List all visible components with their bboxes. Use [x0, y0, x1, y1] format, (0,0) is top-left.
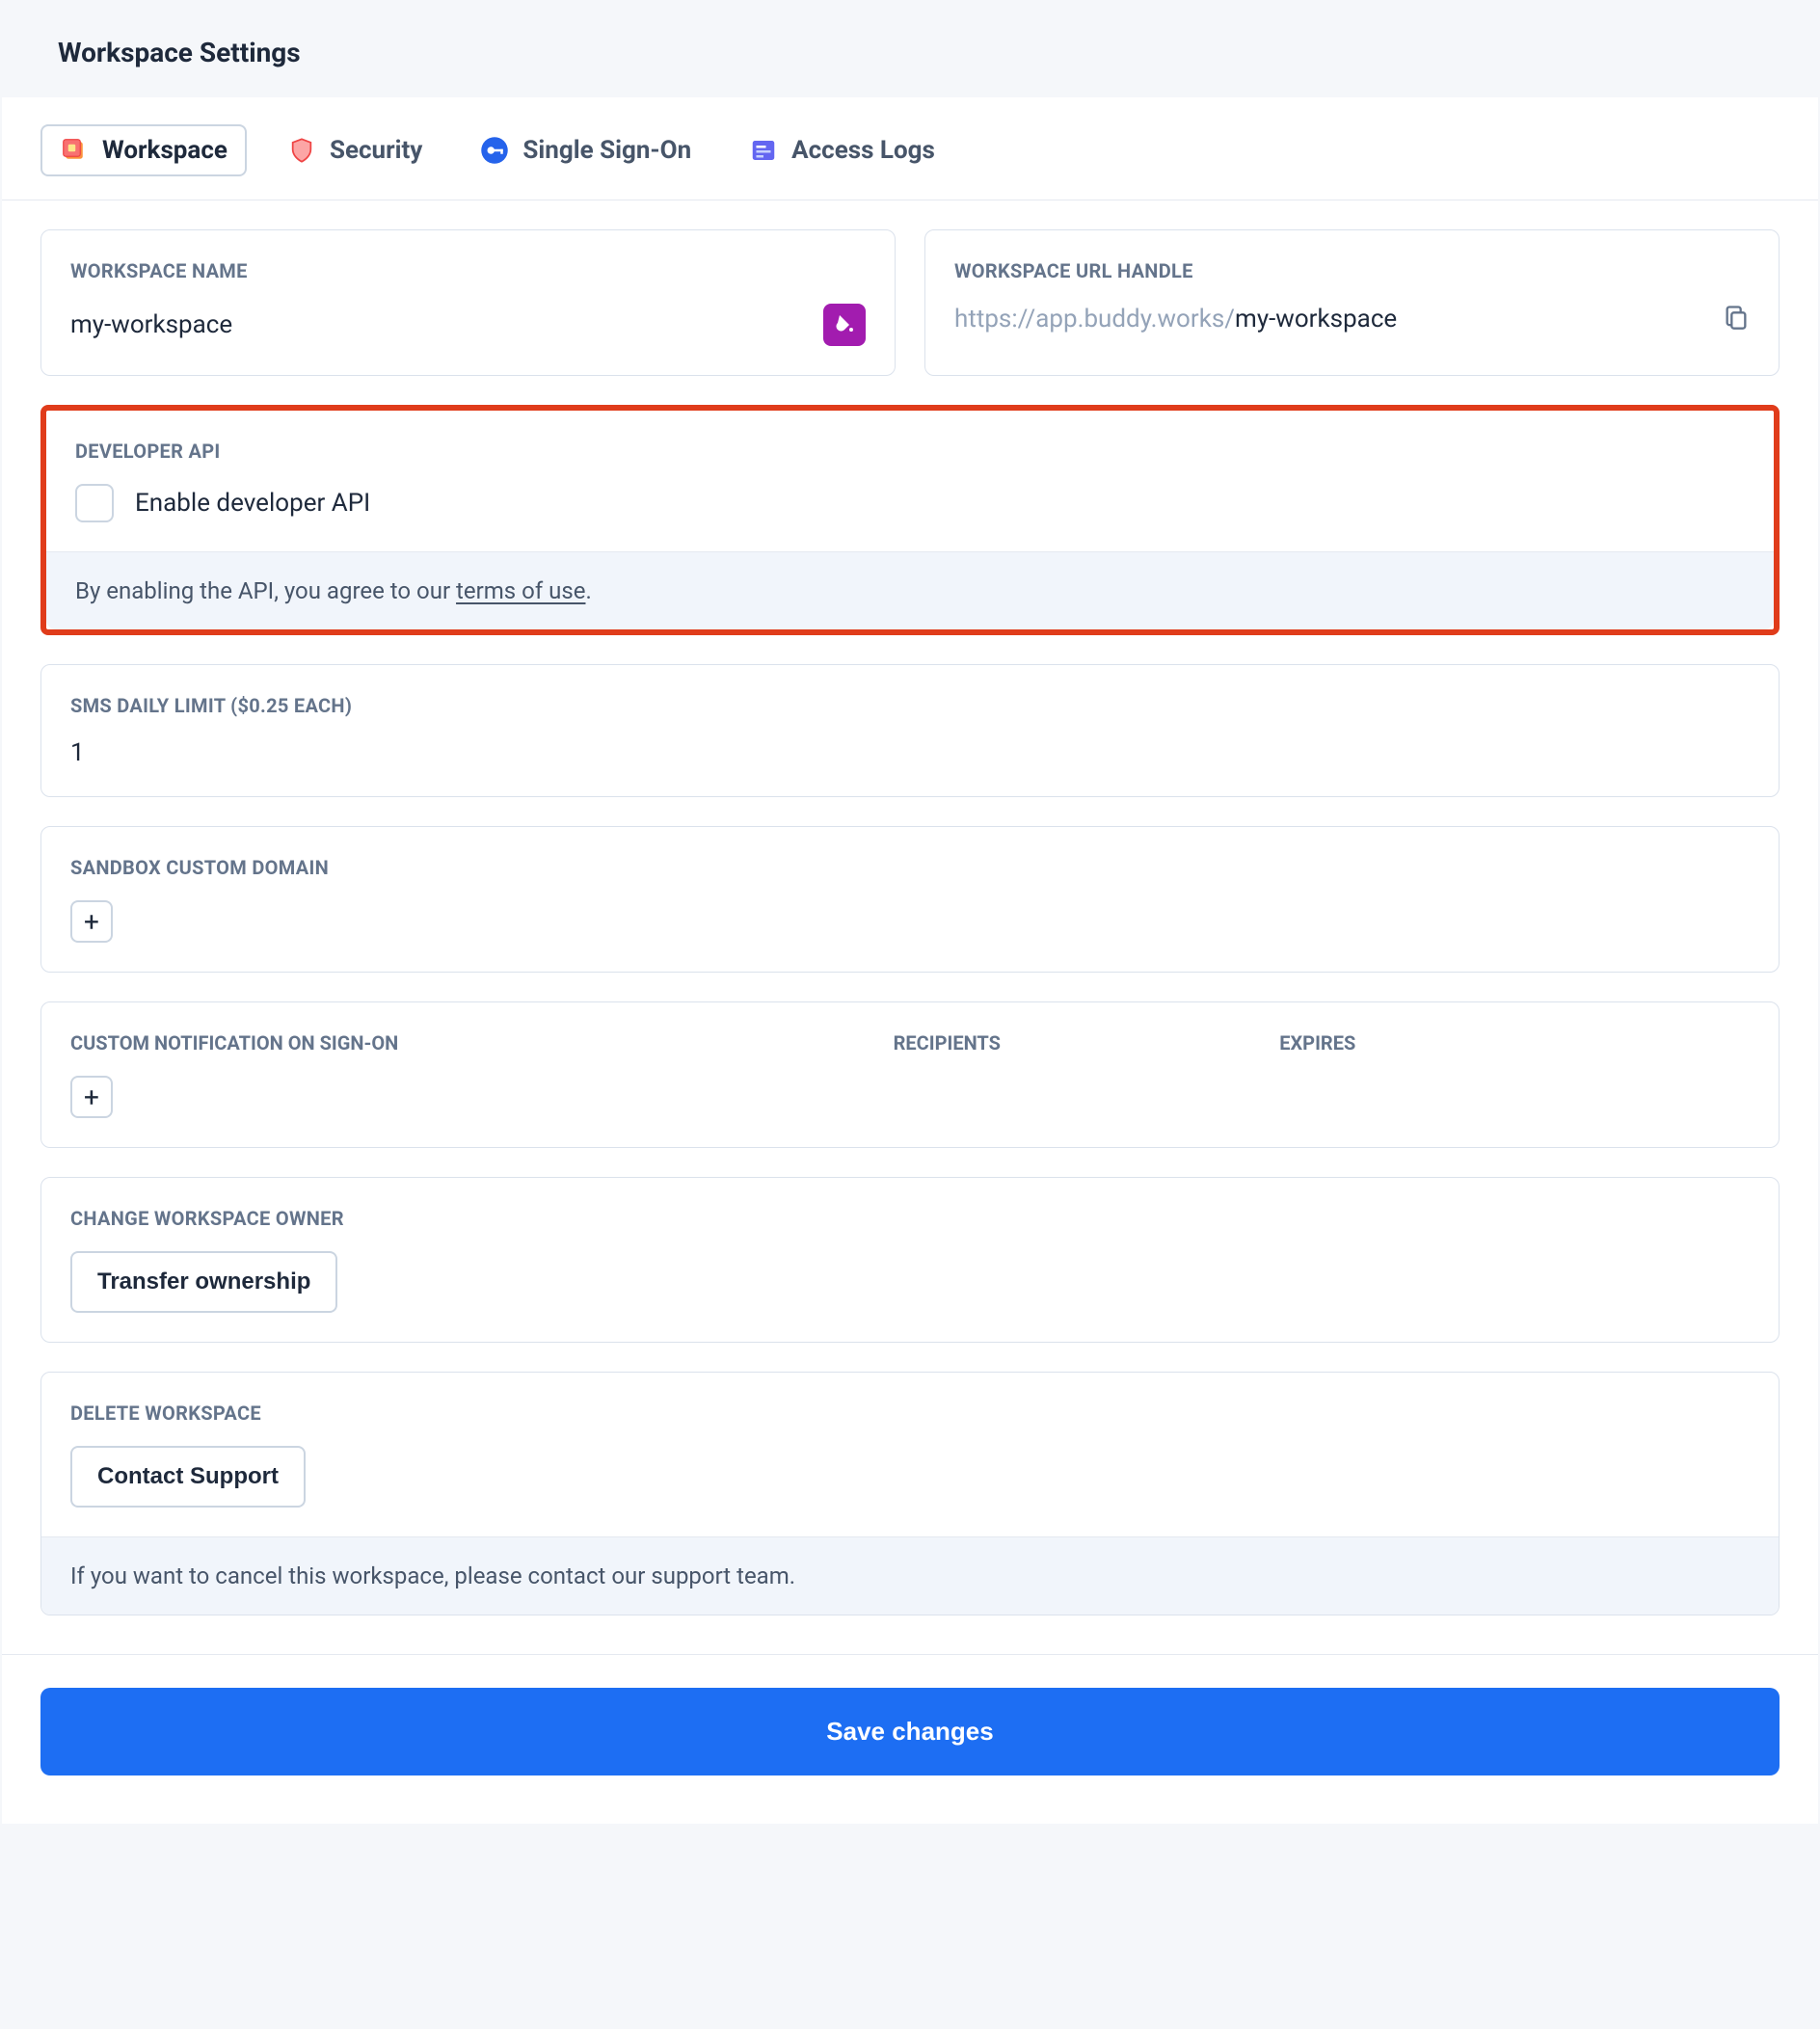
page-title: Workspace Settings	[0, 0, 1820, 97]
url-handle: my-workspace	[1235, 305, 1397, 334]
notification-card: CUSTOM NOTIFICATION ON SIGN-ON RECIPIENT…	[40, 1001, 1780, 1148]
delete-workspace-footer: If you want to cancel this workspace, pl…	[41, 1536, 1779, 1615]
add-notification-button[interactable]: +	[70, 1076, 113, 1118]
expires-col-label: EXPIRES	[1279, 1031, 1750, 1055]
logs-icon	[749, 136, 778, 165]
workspace-name-input[interactable]: my-workspace	[70, 310, 810, 339]
tab-label: Security	[330, 136, 422, 165]
tab-workspace[interactable]: Workspace	[40, 124, 247, 176]
developer-api-card: DEVELOPER API Enable developer API By en…	[40, 405, 1780, 635]
shield-icon	[287, 136, 316, 165]
plus-icon: +	[84, 906, 99, 938]
tab-sso[interactable]: Single Sign-On	[463, 124, 709, 176]
add-sandbox-domain-button[interactable]: +	[70, 900, 113, 943]
change-owner-card: CHANGE WORKSPACE OWNER Transfer ownershi…	[40, 1177, 1780, 1343]
footer-bar: Save changes	[2, 1654, 1818, 1824]
key-icon	[480, 136, 509, 165]
tab-security[interactable]: Security	[270, 124, 440, 176]
terms-of-use-link[interactable]: terms of use	[456, 577, 585, 604]
sandbox-domain-label: SANDBOX CUSTOM DOMAIN	[41, 827, 1779, 879]
copy-icon	[1723, 304, 1750, 331]
sms-limit-card: SMS DAILY LIMIT ($0.25 EACH) 1	[40, 664, 1780, 797]
workspace-icon	[60, 136, 89, 165]
workspace-url-card: WORKSPACE URL HANDLE https://app.buddy.w…	[924, 229, 1780, 376]
enable-api-checkbox[interactable]	[75, 484, 114, 522]
workspace-name-label: WORKSPACE NAME	[41, 230, 895, 282]
tab-label: Access Logs	[791, 136, 935, 165]
recipients-col-label: RECIPIENTS	[894, 1031, 1280, 1055]
settings-panel: Workspace Security Single Sign-On Access…	[2, 97, 1818, 1824]
sandbox-domain-card: SANDBOX CUSTOM DOMAIN +	[40, 826, 1780, 973]
sms-limit-input[interactable]: 1	[70, 738, 1750, 767]
contact-support-button[interactable]: Contact Support	[70, 1446, 306, 1508]
transfer-ownership-button[interactable]: Transfer ownership	[70, 1251, 337, 1313]
notification-col-label: CUSTOM NOTIFICATION ON SIGN-ON	[70, 1031, 894, 1055]
color-picker-button[interactable]	[823, 304, 866, 346]
enable-api-label: Enable developer API	[135, 489, 370, 518]
tabs-bar: Workspace Security Single Sign-On Access…	[2, 97, 1818, 200]
workspace-name-card: WORKSPACE NAME my-workspace	[40, 229, 896, 376]
copy-button[interactable]	[1723, 304, 1750, 334]
tab-label: Single Sign-On	[522, 136, 691, 165]
developer-api-footer: By enabling the API, you agree to our te…	[46, 551, 1774, 629]
plus-icon: +	[84, 1081, 99, 1113]
sms-limit-label: SMS DAILY LIMIT ($0.25 EACH)	[41, 665, 1779, 717]
delete-workspace-label: DELETE WORKSPACE	[41, 1373, 1779, 1425]
developer-api-label: DEVELOPER API	[46, 411, 1774, 463]
delete-workspace-card: DELETE WORKSPACE Contact Support If you …	[40, 1372, 1780, 1615]
tab-access-logs[interactable]: Access Logs	[732, 124, 952, 176]
content-area: WORKSPACE NAME my-workspace WORKSPACE UR…	[2, 200, 1818, 1654]
tab-label: Workspace	[102, 136, 228, 165]
change-owner-label: CHANGE WORKSPACE OWNER	[41, 1178, 1779, 1230]
url-prefix: https://app.buddy.works/	[954, 305, 1235, 334]
workspace-url-value[interactable]: https://app.buddy.works/my-workspace	[954, 305, 1709, 334]
save-changes-button[interactable]: Save changes	[40, 1688, 1780, 1775]
paint-bucket-icon	[833, 313, 856, 336]
workspace-url-label: WORKSPACE URL HANDLE	[925, 230, 1779, 282]
